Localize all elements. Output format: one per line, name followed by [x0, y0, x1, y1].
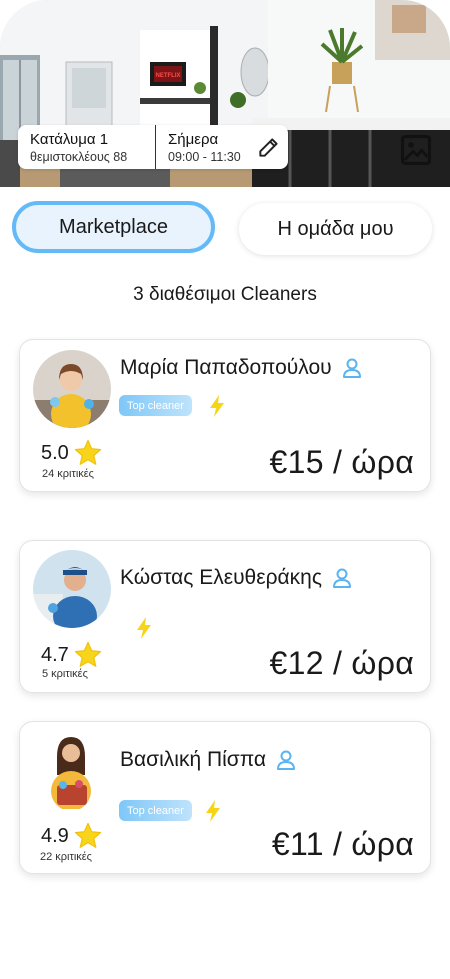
- schedule-info: Σήμερα 09:00 - 11:30: [156, 131, 253, 164]
- property-address: θεμιστοκλέους 88: [30, 149, 128, 164]
- property-name: Κατάλυμα 1: [30, 130, 109, 148]
- cleaner-name-row: Κώστας Ελευθεράκης: [120, 566, 354, 590]
- rating-value: 4.7: [41, 643, 69, 666]
- hourly-price: €11 / ώρα: [271, 826, 414, 862]
- avatar: [33, 350, 111, 428]
- day-label: Σήμερα: [168, 130, 219, 148]
- tab-marketplace[interactable]: Marketplace: [12, 201, 215, 253]
- available-cleaners-count: 3 διαθέσιμοι Cleaners: [133, 284, 317, 305]
- lightning-icon: [206, 800, 220, 822]
- review-count: 22 κριτικές: [40, 851, 92, 863]
- review-count: 5 κριτικές: [42, 668, 88, 680]
- cleaner-name: Κώστας Ελευθεράκης: [120, 566, 322, 589]
- cleaner-name-row: Μαρία Παπαδοπούλου: [120, 356, 364, 380]
- rating-value: 4.9: [41, 824, 69, 847]
- hourly-price: €15 / ώρα: [269, 444, 414, 480]
- rating-value: 5.0: [41, 441, 69, 464]
- cleaner-name-row: Βασιλική Πίσπα: [120, 748, 298, 772]
- star-icon: [74, 822, 101, 848]
- person-icon: [342, 358, 361, 378]
- cleaner-name: Βασιλική Πίσπα: [120, 748, 267, 771]
- avatar: [33, 731, 111, 809]
- image-icon[interactable]: [399, 133, 433, 167]
- rating: 4.7: [41, 640, 103, 670]
- star-icon: [74, 641, 101, 667]
- hourly-price: €12 / ώρα: [269, 645, 414, 681]
- lightning-icon: [210, 395, 224, 417]
- property-info: Κατάλυμα 1 θεμιστοκλέους 88: [18, 125, 156, 169]
- person-icon: [332, 568, 351, 588]
- rating: 5.0: [41, 438, 103, 468]
- avatar: [33, 550, 111, 628]
- lightning-icon: [137, 617, 151, 639]
- cleaner-name: Μαρία Παπαδοπούλου: [120, 356, 332, 379]
- rating: 4.9: [41, 821, 103, 851]
- top-cleaner-badge: Top cleaner: [119, 395, 192, 416]
- tv-logo: NETFLIX: [156, 73, 181, 79]
- cleaner-card[interactable]: Κώστας Ελευθεράκης 4.7 5 κριτικές €12 / …: [19, 540, 431, 693]
- person-icon: [277, 750, 296, 770]
- booking-info-card[interactable]: Κατάλυμα 1 θεμιστοκλέους 88 Σήμερα 09:00…: [18, 125, 288, 169]
- cleaner-card[interactable]: Μαρία Παπαδοπούλου Top cleaner 5.0 24 κρ…: [19, 339, 431, 492]
- tab-my-team[interactable]: Η ομάδα μου: [239, 203, 432, 255]
- review-count: 24 κριτικές: [42, 468, 94, 480]
- top-cleaner-badge: Top cleaner: [119, 800, 192, 821]
- star-icon: [74, 439, 101, 465]
- pencil-icon[interactable]: [256, 134, 282, 160]
- cleaner-card[interactable]: Βασιλική Πίσπα Top cleaner 4.9 22 κριτικ…: [19, 721, 431, 874]
- time-range: 09:00 - 11:30: [168, 149, 241, 164]
- property-hero: NETFLIX Κατάλυμα 1 θεμιστοκλέους 88 Σήμε…: [0, 0, 450, 187]
